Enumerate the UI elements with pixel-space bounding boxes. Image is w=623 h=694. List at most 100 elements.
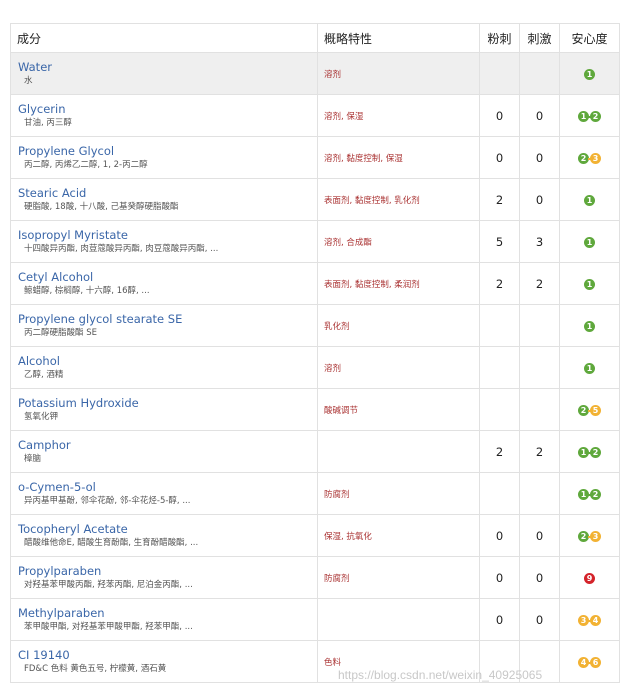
table-row: Isopropyl Myristate 十四酸异丙酯, 肉荳蔻酸异丙酯, 肉豆蔻酸… bbox=[10, 220, 620, 263]
ingredient-cell: Glycerin 甘油, 丙三醇 bbox=[10, 94, 318, 137]
table-row: Alcohol 乙醇, 酒精 溶剂 1 bbox=[10, 346, 620, 389]
acne-cell: 0 bbox=[479, 136, 520, 179]
safety-cell: 1 bbox=[559, 220, 620, 263]
safety-score-badge: 5 bbox=[590, 405, 601, 416]
table-row: Propylparaben 对羟基苯甲酸丙酯, 羟苯丙酯, 尼泊金丙酯, ... 防… bbox=[10, 556, 620, 599]
safety-score-badge: 1 bbox=[584, 237, 595, 248]
safety-cell: 12 bbox=[559, 94, 620, 137]
ingredient-cell: Potassium Hydroxide 氢氧化钾 bbox=[10, 388, 318, 431]
acne-cell: 5 bbox=[479, 220, 520, 263]
irritation-cell bbox=[519, 388, 560, 431]
ingredient-alias: 樟脑 bbox=[24, 453, 42, 464]
feature-cell: 保湿, 抗氧化 bbox=[317, 514, 480, 557]
ingredient-name-link[interactable]: Cetyl Alcohol bbox=[18, 270, 317, 284]
irritation-cell: 2 bbox=[519, 430, 560, 473]
feature-cell: 溶剂 bbox=[317, 52, 480, 95]
ingredient-cell: Stearic Acid 硬脂酸, 18酸, 十八酸, 己基癸醇硬脂酸酯 bbox=[10, 178, 318, 221]
ingredient-alias: 乙醇, 酒精 bbox=[24, 369, 64, 380]
safety-cell: 1 bbox=[559, 304, 620, 347]
ingredient-name-link[interactable]: Glycerin bbox=[18, 102, 317, 116]
ingredient-cell: Methylparaben 苯甲酸甲酯, 对羟基苯甲酸甲酯, 羟苯甲酯, ... bbox=[10, 598, 318, 641]
ingredient-name-link[interactable]: Tocopheryl Acetate bbox=[18, 522, 317, 536]
safety-score-badge: 3 bbox=[590, 153, 601, 164]
safety-score-badge: 2 bbox=[590, 489, 601, 500]
table-body: Water 水溶剂 1 Glycerin 甘油, 丙三醇 溶剂, 保湿 0 0 1 2 Propyl… bbox=[10, 52, 620, 683]
safety-score-badge: 1 bbox=[584, 321, 595, 332]
safety-score-badge: 3 bbox=[590, 531, 601, 542]
ingredient-name-link[interactable]: Potassium Hydroxide bbox=[18, 396, 317, 410]
ingredient-name-link[interactable]: Camphor bbox=[18, 438, 317, 452]
acne-cell: 2 bbox=[479, 178, 520, 221]
table-row: Propylene Glycol 丙二醇, 丙烯乙二醇, 1, 2-丙二醇 溶剂, … bbox=[10, 136, 620, 179]
safety-cell: 46 bbox=[559, 640, 620, 683]
ingredient-cell: CI 19140 FD&C 色料 黄色五号, 柠檬黄, 酒石黄 bbox=[10, 640, 318, 683]
acne-cell: 0 bbox=[479, 94, 520, 137]
acne-cell: 2 bbox=[479, 262, 520, 305]
ingredient-cell: Water 水 bbox=[10, 52, 318, 95]
ingredient-cell: Tocopheryl Acetate 醋酸维他命E, 醋酸生育酚酯, 生育酚醋酸酯… bbox=[10, 514, 318, 557]
ingredient-name-link[interactable]: o-Cymen-5-ol bbox=[18, 480, 317, 494]
safety-score-badge: 9 bbox=[584, 573, 595, 584]
ingredient-alias: FD&C 色料 黄色五号, 柠檬黄, 酒石黄 bbox=[24, 663, 167, 674]
ingredient-name-link[interactable]: Propylparaben bbox=[18, 564, 317, 578]
ingredient-name-link[interactable]: Propylene glycol stearate SE bbox=[18, 312, 317, 326]
ingredient-cell: Propylparaben 对羟基苯甲酸丙酯, 羟苯丙酯, 尼泊金丙酯, ... bbox=[10, 556, 318, 599]
ingredient-name-link[interactable]: Water bbox=[18, 60, 317, 74]
irritation-cell: 0 bbox=[519, 94, 560, 137]
ingredient-alias: 醋酸维他命E, 醋酸生育酚酯, 生育酚醋酸酯, ... bbox=[24, 537, 199, 548]
feature-cell bbox=[317, 598, 480, 641]
safety-score-badge: 1 bbox=[584, 279, 595, 290]
safety-score-badge: 1 bbox=[584, 69, 595, 80]
feature-cell: 表面剂, 黏度控制, 乳化剂 bbox=[317, 178, 480, 221]
table-row: o-Cymen-5-ol 异丙基甲基酚, 邻伞花酚, 邻-伞花烃-5-醇, ...… bbox=[10, 472, 620, 515]
irritation-cell bbox=[519, 472, 560, 515]
col-header-acne[interactable]: 粉刺 bbox=[479, 23, 520, 53]
ingredient-cell: Camphor 樟脑 bbox=[10, 430, 318, 473]
feature-cell: 防腐剂 bbox=[317, 472, 480, 515]
ingredient-cell: Propylene glycol stearate SE 丙二醇硬脂酸酯 SE bbox=[10, 304, 318, 347]
col-header-safety[interactable]: 安心度 bbox=[559, 23, 620, 53]
ingredient-name-link[interactable]: Alcohol bbox=[18, 354, 317, 368]
ingredient-alias: 氢氧化钾 bbox=[24, 411, 59, 422]
ingredient-cell: Cetyl Alcohol 鲸蜡醇, 棕榈醇, 十六醇, 16醇, ... bbox=[10, 262, 318, 305]
acne-cell: 0 bbox=[479, 598, 520, 641]
ingredient-name-link[interactable]: CI 19140 bbox=[18, 648, 317, 662]
irritation-cell: 0 bbox=[519, 178, 560, 221]
safety-score-badge: 1 bbox=[584, 363, 595, 374]
ingredient-alias: 对羟基苯甲酸丙酯, 羟苯丙酯, 尼泊金丙酯, ... bbox=[24, 579, 193, 590]
ingredient-alias: 丙二醇, 丙烯乙二醇, 1, 2-丙二醇 bbox=[24, 159, 148, 170]
safety-score-badge: 1 bbox=[584, 195, 595, 206]
feature-cell: 溶剂, 合成酯 bbox=[317, 220, 480, 263]
table-row: Potassium Hydroxide 氢氧化钾 酸碱调节 2 5 bbox=[10, 388, 620, 431]
ingredient-name-link[interactable]: Isopropyl Myristate bbox=[18, 228, 317, 242]
acne-cell: 0 bbox=[479, 556, 520, 599]
ingredient-name-link[interactable]: Propylene Glycol bbox=[18, 144, 317, 158]
irritation-cell: 0 bbox=[519, 598, 560, 641]
irritation-cell: 0 bbox=[519, 556, 560, 599]
feature-cell: 溶剂, 黏度控制, 保湿 bbox=[317, 136, 480, 179]
col-header-features[interactable]: 概略特性 bbox=[317, 23, 480, 53]
ingredient-name-link[interactable]: Methylparaben bbox=[18, 606, 317, 620]
feature-cell: 溶剂 bbox=[317, 346, 480, 389]
irritation-cell: 3 bbox=[519, 220, 560, 263]
feature-cell: 防腐剂 bbox=[317, 556, 480, 599]
col-header-irritation[interactable]: 刺激 bbox=[519, 23, 560, 53]
safety-score-badge: 2 bbox=[590, 111, 601, 122]
safety-cell: 23 bbox=[559, 514, 620, 557]
ingredient-alias: 甘油, 丙三醇 bbox=[24, 117, 72, 128]
irritation-cell bbox=[519, 304, 560, 347]
table-row: Glycerin 甘油, 丙三醇 溶剂, 保湿 0 0 1 2 bbox=[10, 94, 620, 137]
safety-cell: 25 bbox=[559, 388, 620, 431]
col-header-ingredient[interactable]: 成分 bbox=[10, 23, 318, 53]
ingredient-cell: Alcohol 乙醇, 酒精 bbox=[10, 346, 318, 389]
ingredient-name-link[interactable]: Stearic Acid bbox=[18, 186, 317, 200]
acne-cell bbox=[479, 472, 520, 515]
safety-cell: 1 bbox=[559, 178, 620, 221]
safety-score-badge: 4 bbox=[590, 615, 601, 626]
table-row: Propylene glycol stearate SE 丙二醇硬脂酸酯 SE 乳化… bbox=[10, 304, 620, 347]
feature-cell: 酸碱调节 bbox=[317, 388, 480, 431]
safety-cell: 1 bbox=[559, 52, 620, 95]
ingredient-alias: 硬脂酸, 18酸, 十八酸, 己基癸醇硬脂酸酯 bbox=[24, 201, 179, 212]
safety-score-badge: 6 bbox=[590, 657, 601, 668]
ingredient-alias: 水 bbox=[24, 75, 33, 86]
